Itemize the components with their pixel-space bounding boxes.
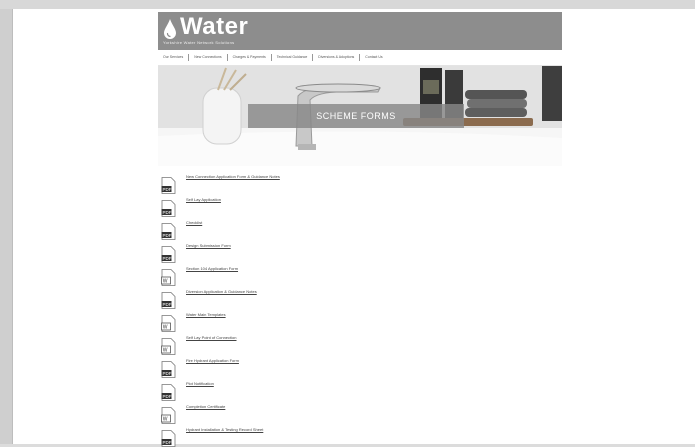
pdf-file-icon: PDF xyxy=(161,430,176,447)
list-item[interactable]: PDF Fire Hydrant Application Form xyxy=(158,355,562,378)
pdf-file-icon: PDF xyxy=(161,200,176,217)
brand-name: Water xyxy=(180,13,249,40)
document-link[interactable]: Diversion Application & Guidance Notes xyxy=(186,289,257,294)
document-link[interactable]: Hydrant Installation & Testing Record Sh… xyxy=(186,427,263,432)
list-item[interactable]: W Section 104 Application Form xyxy=(158,263,562,286)
svg-text:W: W xyxy=(163,348,168,354)
svg-text:W: W xyxy=(163,279,168,285)
nav-item-charges[interactable]: Charges & Payments xyxy=(228,54,272,61)
document-link[interactable]: Design Submission Form xyxy=(186,243,231,248)
svg-text:PDF: PDF xyxy=(163,371,172,376)
document-page: Water Yorkshire Water Network Solutions … xyxy=(13,9,695,447)
document-link[interactable]: Plot Notification xyxy=(186,381,214,386)
hero-image: SCHEME FORMS xyxy=(158,66,562,166)
document-link[interactable]: New Connection Application Form & Guidan… xyxy=(186,174,280,179)
pdf-file-icon: PDF xyxy=(161,223,176,240)
viewer-sidebar xyxy=(0,9,13,444)
svg-text:PDF: PDF xyxy=(163,233,172,238)
svg-text:PDF: PDF xyxy=(163,187,172,192)
svg-text:PDF: PDF xyxy=(163,210,172,215)
svg-text:W: W xyxy=(163,417,168,423)
list-item[interactable]: W Completion Certificate xyxy=(158,401,562,424)
list-item[interactable]: PDF Self Lay Application xyxy=(158,194,562,217)
document-link[interactable]: Completion Certificate xyxy=(186,404,225,409)
site-logo[interactable]: Water xyxy=(163,14,248,40)
word-file-icon: W xyxy=(161,338,176,355)
nav-item-contact[interactable]: Contact Us xyxy=(360,54,387,61)
document-link[interactable]: Self Lay Application xyxy=(186,197,221,202)
pdf-file-icon: PDF xyxy=(161,384,176,401)
word-file-icon: W xyxy=(161,407,176,424)
pdf-file-icon: PDF xyxy=(161,361,176,378)
list-item[interactable]: PDF Checklist xyxy=(158,217,562,240)
pdf-file-icon: PDF xyxy=(161,246,176,263)
list-item[interactable]: PDF Plot Notification xyxy=(158,378,562,401)
page-content: Water Yorkshire Water Network Solutions … xyxy=(158,12,562,447)
list-item[interactable]: W Self Lay Point of Connection xyxy=(158,332,562,355)
document-list: PDF New Connection Application Form & Gu… xyxy=(158,171,562,447)
list-item[interactable]: PDF New Connection Application Form & Gu… xyxy=(158,171,562,194)
site-tagline: Yorkshire Water Network Solutions xyxy=(163,40,235,45)
svg-text:PDF: PDF xyxy=(163,256,172,261)
word-file-icon: W xyxy=(161,269,176,286)
site-header: Water Yorkshire Water Network Solutions xyxy=(158,12,562,50)
svg-text:W: W xyxy=(163,325,168,331)
hero-banner: SCHEME FORMS xyxy=(248,104,464,128)
document-link[interactable]: Section 104 Application Form xyxy=(186,266,238,271)
nav-item-services[interactable]: Our Services xyxy=(158,54,190,61)
list-item[interactable]: PDF Diversion Application & Guidance Not… xyxy=(158,286,562,309)
water-drop-icon xyxy=(164,19,176,39)
document-link[interactable]: Self Lay Point of Connection xyxy=(186,335,236,340)
document-link[interactable]: Checklist xyxy=(186,220,202,225)
nav-item-new-connections[interactable]: New Connections xyxy=(189,54,228,61)
word-file-icon: W xyxy=(161,315,176,332)
list-item[interactable]: PDF Design Submission Form xyxy=(158,240,562,263)
document-link[interactable]: Water Main Templates xyxy=(186,312,226,317)
svg-text:PDF: PDF xyxy=(163,394,172,399)
svg-text:PDF: PDF xyxy=(163,302,172,307)
svg-text:PDF: PDF xyxy=(163,440,172,445)
document-link[interactable]: Fire Hydrant Application Form xyxy=(186,358,239,363)
list-item[interactable]: W Water Main Templates xyxy=(158,309,562,332)
nav-item-diversions[interactable]: Diversions & Adoptions xyxy=(313,54,361,61)
main-nav: Our Services New Connections Charges & P… xyxy=(158,50,562,66)
pdf-file-icon: PDF xyxy=(161,292,176,309)
nav-item-technical-guidance[interactable]: Technical Guidance xyxy=(272,54,314,61)
pdf-file-icon: PDF xyxy=(161,177,176,194)
